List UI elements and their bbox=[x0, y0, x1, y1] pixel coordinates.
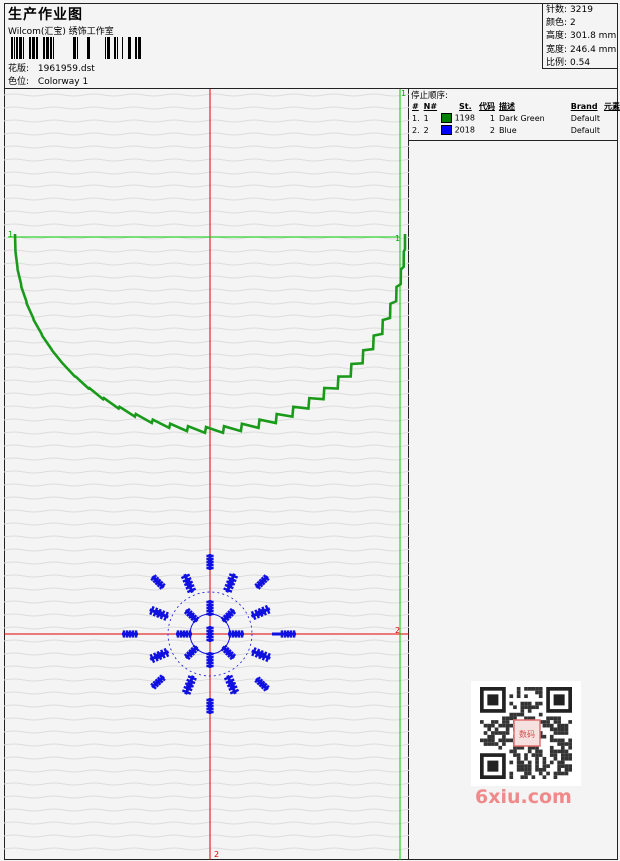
color-swatch-green bbox=[441, 113, 453, 123]
col-code: 代码 bbox=[478, 101, 495, 111]
marker-green-right: 1 bbox=[395, 234, 400, 243]
colorway-value: Colorway 1 bbox=[37, 77, 89, 87]
stat-width: 宽度: 246.4 mm bbox=[546, 44, 617, 55]
table-row: 1. 1 1198 1 Dark Green Default bbox=[412, 113, 600, 123]
header: 生产作业图 Wilcom(汇宝) 绣饰工作室 花版: 1961959.dst 色… bbox=[4, 3, 618, 89]
background-texture bbox=[4, 93, 409, 851]
watermark-logo: 6xiu.com bbox=[475, 786, 572, 808]
marker-red-right: 2 bbox=[395, 626, 400, 635]
design-area: 1 1 1 2 2 bbox=[4, 89, 409, 860]
file-label: 花版: bbox=[8, 64, 30, 74]
color-table: # N# St. 代码 描述 Brand 元素 1. 1 1198 1 Dark… bbox=[410, 100, 620, 136]
stat-stitches: 针数: 3219 bbox=[546, 5, 593, 15]
col-n: N# bbox=[423, 101, 438, 111]
page-title: 生产作业图 bbox=[8, 7, 83, 23]
svg-text:数码: 数码 bbox=[519, 729, 535, 739]
barcode bbox=[11, 37, 141, 59]
marker-green-left: 1 bbox=[8, 230, 13, 239]
color-swatch-blue bbox=[441, 125, 453, 135]
stat-colors: 颜色: 2 bbox=[546, 18, 576, 29]
stat-scale: 比例: 0.54 bbox=[546, 57, 591, 68]
stop-sequence-panel: 停止顺序: # N# St. 代码 描述 Brand 元素 1. 1 1198 … bbox=[409, 89, 620, 141]
table-row: 2. 2 2018 2 Blue Default bbox=[412, 125, 600, 135]
file-value: 1961959.dst bbox=[37, 64, 95, 74]
col-desc: 描述 bbox=[498, 101, 515, 111]
col-index: # bbox=[412, 101, 419, 111]
color-table-header: # N# St. 代码 描述 Brand 元素 bbox=[410, 100, 620, 112]
marker-red-bottom: 2 bbox=[214, 850, 219, 859]
colorway-label: 色位: bbox=[8, 77, 30, 87]
qr-code-watermark: 数码 bbox=[471, 681, 581, 786]
stats-box: 针数: 3219 颜色: 2 高度: 301.8 mm 宽度: 246.4 mm 比例:… bbox=[542, 3, 618, 69]
colorway-line: 色位: Colorway 1 bbox=[8, 74, 88, 87]
company-name: Wilcom(汇宝) 绣饰工作室 bbox=[8, 27, 114, 37]
design-canvas: 1 1 1 2 2 bbox=[4, 89, 409, 860]
col-brand: Brand bbox=[570, 101, 598, 111]
file-line: 花版: 1961959.dst bbox=[8, 61, 95, 74]
marker-green-top: 1 bbox=[401, 89, 406, 98]
stat-height: 高度: 301.8 mm bbox=[546, 31, 617, 42]
col-st: St. bbox=[459, 101, 472, 111]
col-element: 元素 bbox=[603, 101, 620, 111]
